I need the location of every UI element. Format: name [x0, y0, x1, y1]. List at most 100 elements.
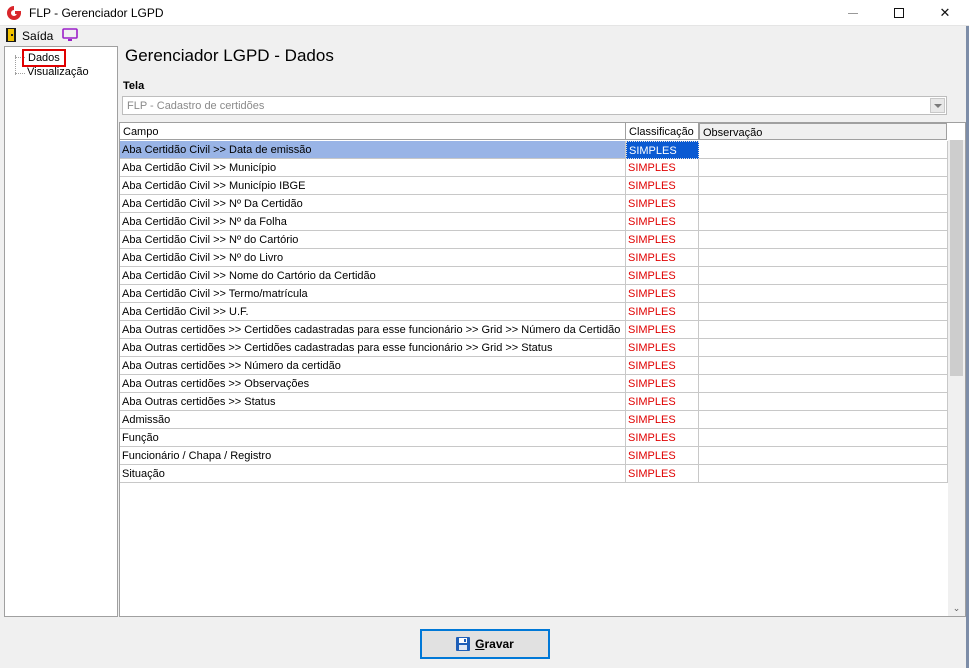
- table-row[interactable]: Aba Outras certidões >> Certidões cadast…: [120, 321, 948, 339]
- cell-campo[interactable]: Aba Certidão Civil >> Termo/matrícula: [120, 285, 626, 303]
- table-row[interactable]: Aba Certidão Civil >> Termo/matrícula SIM…: [120, 285, 948, 303]
- monitor-icon[interactable]: [62, 28, 78, 42]
- tree-item-dados[interactable]: Dados: [22, 49, 66, 67]
- cell-observacao[interactable]: [699, 267, 948, 285]
- cell-observacao[interactable]: [699, 465, 948, 483]
- chevron-down-icon: ⌄: [952, 602, 961, 613]
- table-row[interactable]: Funcionário / Chapa / Registro SIMPLES: [120, 447, 948, 465]
- cell-campo[interactable]: Aba Certidão Civil >> U.F.: [120, 303, 626, 321]
- cell-observacao[interactable]: [699, 249, 948, 267]
- table-row[interactable]: Aba Certidão Civil >> U.F. SIMPLES: [120, 303, 948, 321]
- table-row[interactable]: Admissão SIMPLES: [120, 411, 948, 429]
- cell-campo[interactable]: Aba Outras certidões >> Certidões cadast…: [120, 321, 626, 339]
- save-button[interactable]: Gravar: [420, 629, 550, 659]
- cell-campo[interactable]: Aba Outras certidões >> Certidões cadast…: [120, 339, 626, 357]
- cell-classificacao[interactable]: SIMPLES: [626, 213, 699, 231]
- tela-select-dropdown-button[interactable]: [930, 98, 945, 113]
- cell-observacao[interactable]: [699, 375, 948, 393]
- floppy-disk-icon: [456, 637, 471, 651]
- cell-classificacao[interactable]: SIMPLES: [626, 357, 699, 375]
- cell-observacao[interactable]: [699, 141, 948, 159]
- cell-classificacao[interactable]: SIMPLES: [626, 285, 699, 303]
- cell-observacao[interactable]: [699, 393, 948, 411]
- cell-observacao[interactable]: [699, 339, 948, 357]
- table-row[interactable]: Aba Certidão Civil >> Data de emissão SIM…: [120, 141, 948, 159]
- cell-observacao[interactable]: [699, 213, 948, 231]
- cell-campo[interactable]: Aba Certidão Civil >> Data de emissão: [120, 141, 626, 159]
- minimize-button[interactable]: [830, 0, 876, 26]
- column-header-observacao[interactable]: Observação: [699, 123, 947, 140]
- cell-classificacao[interactable]: SIMPLES: [626, 303, 699, 321]
- cell-observacao[interactable]: [699, 357, 948, 375]
- cell-observacao[interactable]: [699, 159, 948, 177]
- cell-campo[interactable]: Admissão: [120, 411, 626, 429]
- cell-campo[interactable]: Aba Certidão Civil >> Município: [120, 159, 626, 177]
- cell-classificacao[interactable]: SIMPLES: [626, 141, 699, 159]
- flp-logo-icon: [7, 6, 21, 20]
- table-row[interactable]: Aba Certidão Civil >> Nº do Livro SIMPLES: [120, 249, 948, 267]
- maximize-button[interactable]: [876, 0, 922, 26]
- scroll-down-button[interactable]: ⌄: [948, 600, 965, 616]
- cell-classificacao[interactable]: SIMPLES: [626, 447, 699, 465]
- cell-classificacao[interactable]: SIMPLES: [626, 177, 699, 195]
- cell-classificacao[interactable]: SIMPLES: [626, 429, 699, 447]
- exit-door-icon[interactable]: [6, 28, 16, 42]
- cell-classificacao[interactable]: SIMPLES: [626, 321, 699, 339]
- cell-classificacao[interactable]: SIMPLES: [626, 231, 699, 249]
- minimize-icon: [848, 12, 858, 14]
- column-header-campo[interactable]: Campo: [120, 123, 626, 140]
- cell-observacao[interactable]: [699, 195, 948, 213]
- grid-rows: Aba Certidão Civil >> Data de emissão SIM…: [120, 141, 948, 483]
- table-row[interactable]: Situação SIMPLES: [120, 465, 948, 483]
- table-row[interactable]: Aba Certidão Civil >> Nº do Cartório SIMP…: [120, 231, 948, 249]
- cell-classificacao[interactable]: SIMPLES: [626, 393, 699, 411]
- tree-item-visualizacao[interactable]: Visualização: [27, 66, 89, 78]
- table-row[interactable]: Função SIMPLES: [120, 429, 948, 447]
- cell-classificacao[interactable]: SIMPLES: [626, 411, 699, 429]
- table-row[interactable]: Aba Certidão Civil >> Nome do Cartório d…: [120, 267, 948, 285]
- cell-campo[interactable]: Aba Certidão Civil >> Nº Da Certidão: [120, 195, 626, 213]
- maximize-icon: [894, 8, 904, 18]
- cell-campo[interactable]: Aba Outras certidões >> Observações: [120, 375, 626, 393]
- table-row[interactable]: Aba Outras certidões >> Status SIMPLES: [120, 393, 948, 411]
- cell-classificacao[interactable]: SIMPLES: [626, 465, 699, 483]
- cell-classificacao[interactable]: SIMPLES: [626, 159, 699, 177]
- close-button[interactable]: ✕: [922, 0, 968, 26]
- cell-campo[interactable]: Aba Certidão Civil >> Nº do Cartório: [120, 231, 626, 249]
- cell-observacao[interactable]: [699, 447, 948, 465]
- cell-campo[interactable]: Situação: [120, 465, 626, 483]
- table-row[interactable]: Aba Certidão Civil >> Município IBGE SIMP…: [120, 177, 948, 195]
- cell-observacao[interactable]: [699, 177, 948, 195]
- grid-vertical-scrollbar[interactable]: ⌄: [948, 140, 965, 616]
- cell-campo[interactable]: Aba Certidão Civil >> Município IBGE: [120, 177, 626, 195]
- cell-observacao[interactable]: [699, 285, 948, 303]
- cell-observacao[interactable]: [699, 231, 948, 249]
- table-row[interactable]: Aba Outras certidões >> Número da certid…: [120, 357, 948, 375]
- table-row[interactable]: Aba Certidão Civil >> Município SIMPLES: [120, 159, 948, 177]
- cell-classificacao[interactable]: SIMPLES: [626, 339, 699, 357]
- cell-campo[interactable]: Funcionário / Chapa / Registro: [120, 447, 626, 465]
- cell-classificacao[interactable]: SIMPLES: [626, 195, 699, 213]
- column-header-classificacao[interactable]: Classificação: [626, 123, 699, 140]
- table-row[interactable]: Aba Outras certidões >> Certidões cadast…: [120, 339, 948, 357]
- cell-campo[interactable]: Aba Certidão Civil >> Nº do Livro: [120, 249, 626, 267]
- table-row[interactable]: Aba Outras certidões >> Observações SIMPL…: [120, 375, 948, 393]
- table-row[interactable]: Aba Certidão Civil >> Nº da Folha SIMPLES: [120, 213, 948, 231]
- cell-campo[interactable]: Função: [120, 429, 626, 447]
- cell-observacao[interactable]: [699, 321, 948, 339]
- tela-label: Tela: [123, 80, 145, 92]
- cell-classificacao[interactable]: SIMPLES: [626, 267, 699, 285]
- exit-menu[interactable]: Saída: [22, 29, 53, 43]
- table-row[interactable]: Aba Certidão Civil >> Nº Da Certidão SIMP…: [120, 195, 948, 213]
- cell-campo[interactable]: Aba Outras certidões >> Status: [120, 393, 626, 411]
- tela-select[interactable]: FLP - Cadastro de certidões: [122, 96, 947, 115]
- cell-campo[interactable]: Aba Certidão Civil >> Nº da Folha: [120, 213, 626, 231]
- cell-observacao[interactable]: [699, 303, 948, 321]
- cell-campo[interactable]: Aba Certidão Civil >> Nome do Cartório d…: [120, 267, 626, 285]
- cell-classificacao[interactable]: SIMPLES: [626, 375, 699, 393]
- cell-observacao[interactable]: [699, 411, 948, 429]
- cell-observacao[interactable]: [699, 429, 948, 447]
- cell-classificacao[interactable]: SIMPLES: [626, 249, 699, 267]
- scrollbar-thumb[interactable]: [950, 140, 963, 376]
- cell-campo[interactable]: Aba Outras certidões >> Número da certid…: [120, 357, 626, 375]
